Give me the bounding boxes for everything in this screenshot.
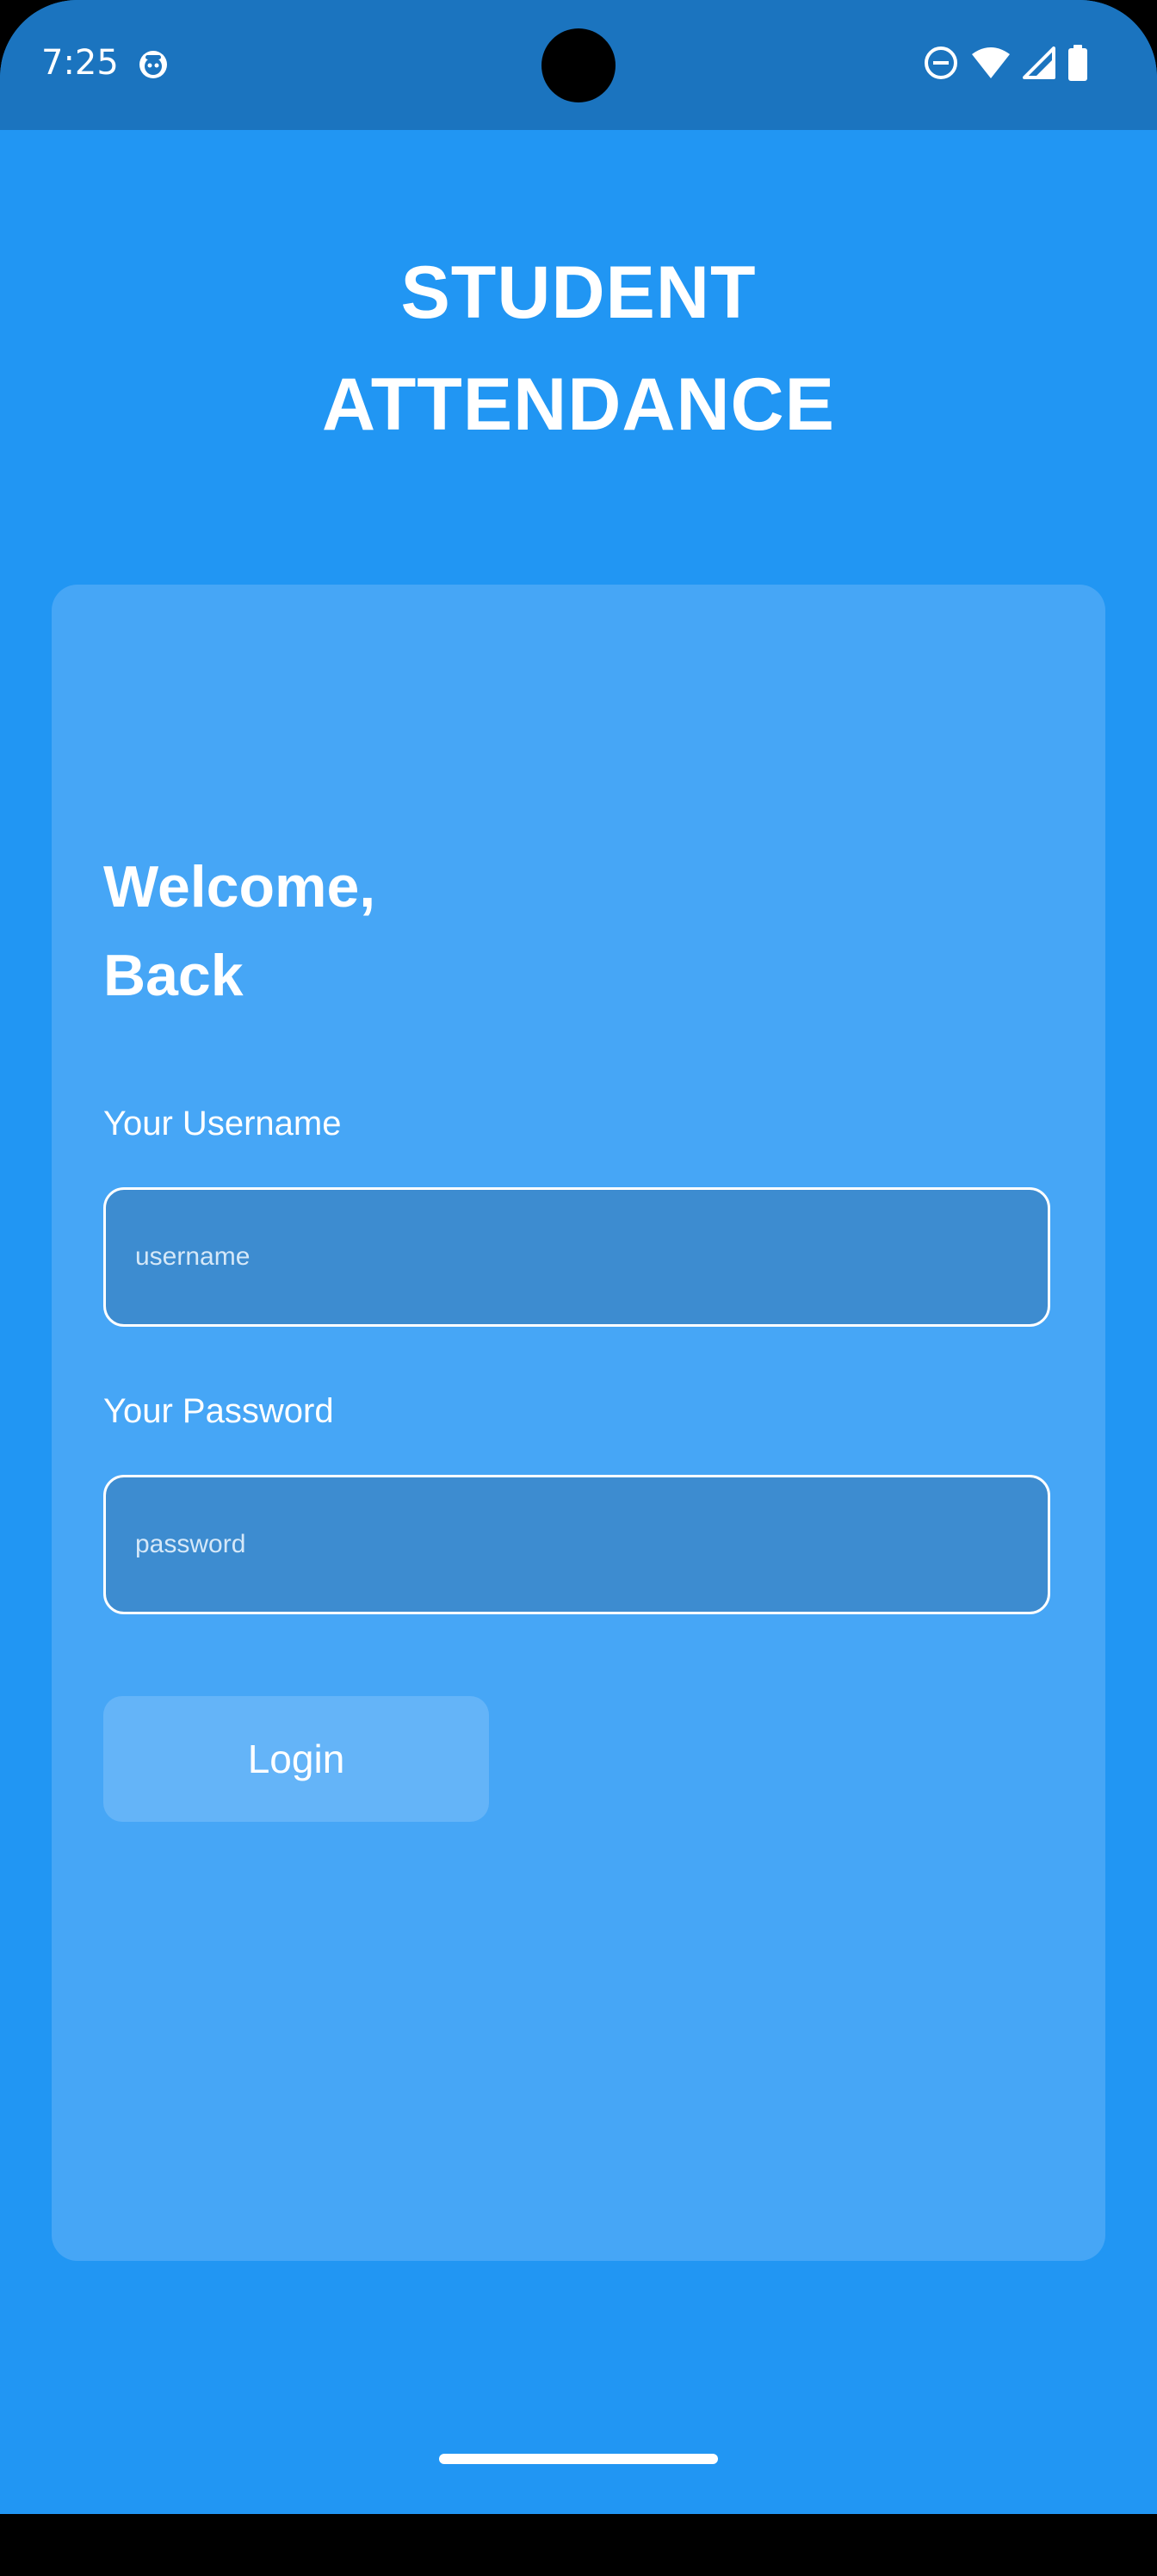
app-title-line1: STUDENT	[400, 251, 757, 334]
status-icons	[923, 45, 1088, 81]
welcome-line1: Welcome,	[103, 854, 376, 920]
username-label: Your Username	[103, 1105, 342, 1142]
cellular-signal-icon	[1023, 46, 1055, 79]
app-notification-icon	[138, 49, 169, 80]
app-window: 7:25 STUDENT ATTENDANCE Welcome, Back Yo…	[0, 0, 1157, 2514]
password-input[interactable]	[103, 1475, 1050, 1614]
phone-screen: 7:25 STUDENT ATTENDANCE Welcome, Back Yo…	[0, 0, 1157, 2576]
login-button[interactable]: Login	[103, 1696, 489, 1822]
do-not-disturb-icon	[923, 45, 959, 81]
password-label: Your Password	[103, 1392, 334, 1430]
login-card: Welcome, Back Your Username Your Passwor…	[52, 585, 1105, 2261]
status-time: 7:25	[41, 43, 119, 83]
username-input[interactable]	[103, 1187, 1050, 1327]
app-title-line2: ATTENDANCE	[321, 363, 836, 446]
app-title: STUDENT ATTENDANCE	[0, 237, 1157, 461]
camera-cutout	[541, 28, 616, 102]
wifi-icon	[971, 46, 1011, 80]
gesture-nav-handle[interactable]	[439, 2454, 718, 2464]
battery-icon	[1067, 45, 1088, 81]
welcome-heading: Welcome, Back	[103, 843, 620, 1020]
welcome-line2: Back	[103, 943, 244, 1008]
status-bar: 7:25	[0, 0, 1157, 130]
